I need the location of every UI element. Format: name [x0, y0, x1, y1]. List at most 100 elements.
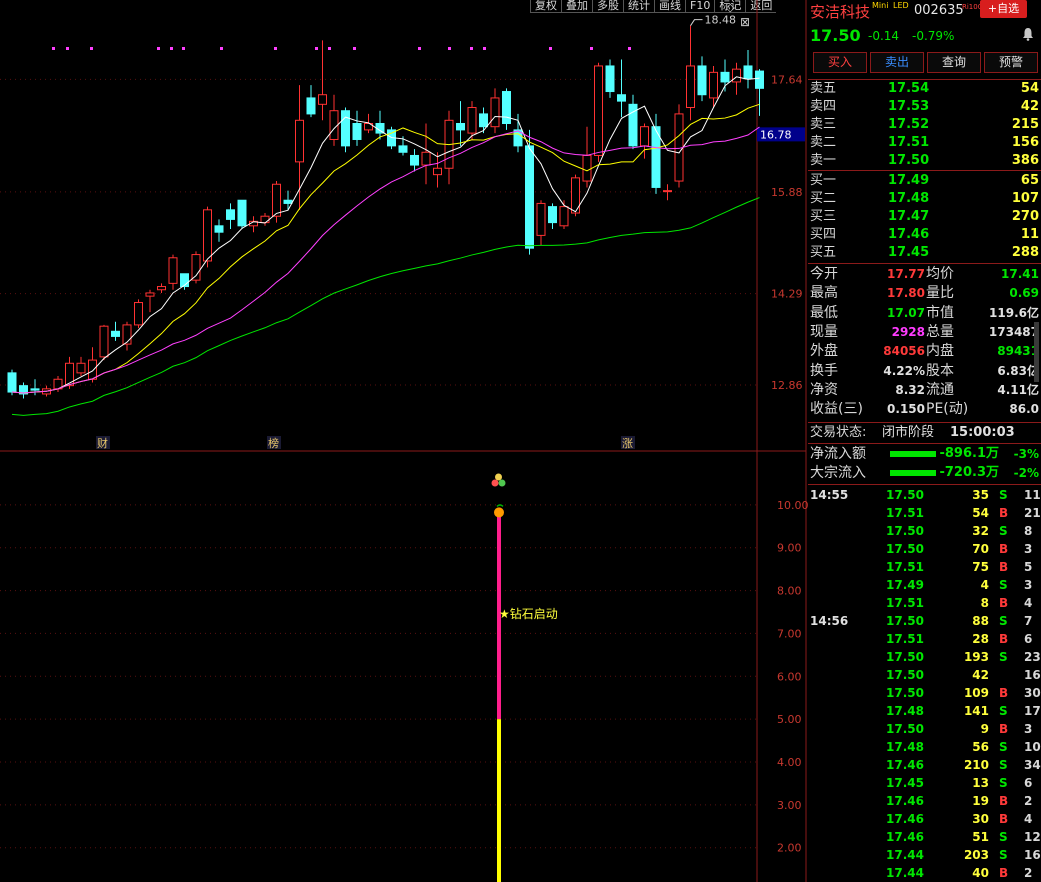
stat-label: 最低	[810, 304, 838, 321]
tick-side: B	[999, 632, 1009, 646]
high-marker-line	[690, 19, 703, 26]
kline-chart[interactable]: 17.64 15.88 14.29 12.86 16.78 ◇ ⊠18.48 财 榜 涨 10.00…	[0, 0, 808, 882]
tick-price: 17.48	[886, 740, 924, 754]
tick-count: 3	[1024, 722, 1033, 736]
tick-count: 3	[1024, 578, 1033, 592]
ask-label: 卖五	[810, 81, 837, 96]
flow-bar	[890, 451, 936, 457]
tick-row: 17.51 28 B 6	[808, 630, 1041, 648]
candle-body	[410, 154, 419, 166]
tick-price: 17.50	[886, 668, 924, 682]
ask-volume: 54	[1020, 81, 1039, 96]
tick-row: 17.46 19 B 2	[808, 792, 1041, 810]
divider	[808, 263, 1041, 264]
tick-side: S	[999, 830, 1008, 844]
tick-volume: 51	[972, 830, 989, 844]
signal-dot	[628, 47, 631, 50]
stock-name: 安洁科技	[810, 3, 871, 21]
tick-row: 17.44 203 S 16	[808, 846, 1041, 864]
event-marker[interactable]: 财	[97, 436, 108, 450]
divider	[808, 443, 1041, 444]
bid-price: 17.49	[888, 173, 930, 188]
signal-dot	[549, 47, 552, 50]
stock-header: 安洁科技 Mini LED 002635 Ri100 +自选	[808, 0, 1041, 22]
tick-volume: 56	[972, 740, 989, 754]
ask-row: 卖五 17.54 54	[808, 80, 1041, 98]
tick-count: 2	[1024, 794, 1033, 808]
stat-value: 0.150	[887, 402, 925, 417]
bid-row: 买五 17.45 288	[808, 244, 1041, 262]
close-icon[interactable]: ⊠	[740, 15, 750, 29]
tick-side: S	[999, 524, 1008, 538]
tick-count: 30	[1024, 686, 1041, 700]
buy-button[interactable]: 买入	[813, 52, 867, 73]
candle-body	[502, 91, 511, 124]
tick-volume: 203	[963, 848, 989, 862]
flow-label: 净流入额	[810, 446, 866, 462]
tick-price: 17.49	[886, 578, 924, 592]
stat-value: 17.41	[1001, 267, 1039, 281]
stat-value: 17.80	[887, 286, 925, 301]
alert-button[interactable]: 预警	[984, 52, 1038, 73]
chart-settings-icon[interactable]: ◇	[726, 1, 735, 14]
ask-row: 卖三 17.52 215	[808, 116, 1041, 134]
candle-body	[479, 113, 488, 128]
signal-dot	[170, 47, 173, 50]
price-change-pct: -0.79%	[912, 29, 955, 43]
candle-body	[203, 209, 212, 262]
stat-row: 现量 2928 总量 173487	[808, 323, 1041, 341]
signal-dot	[418, 47, 421, 50]
tick-volume: 75	[972, 560, 989, 574]
tick-price: 17.44	[886, 848, 924, 862]
candle-body	[398, 145, 408, 153]
alert-bell-icon[interactable]	[1022, 26, 1034, 41]
candle-body	[743, 65, 753, 80]
flow-row: 净流入额 -896.1万 -3%	[808, 445, 1041, 463]
tick-price: 17.50	[886, 686, 924, 700]
tick-count: 23	[1024, 650, 1041, 664]
tick-volume: 8	[980, 596, 989, 610]
stat-row: 今开 17.77 均价 17.41	[808, 265, 1041, 283]
tick-row: 17.50 32 S 8	[808, 522, 1041, 540]
stat-value: 119.6亿	[989, 305, 1039, 320]
query-button[interactable]: 查询	[927, 52, 981, 73]
stat-value: 86.0	[1009, 402, 1039, 417]
signal-annotation: ★钻石启动	[499, 606, 558, 621]
tick-row: 17.45 13 S 6	[808, 774, 1041, 792]
stat-label: PE(动)	[926, 401, 969, 418]
tick-side: B	[999, 866, 1009, 880]
panel-scrollbar[interactable]	[1034, 322, 1039, 382]
high-marker-label: 18.48	[705, 14, 737, 27]
ask-label: 卖一	[810, 153, 837, 168]
sell-button[interactable]: 卖出	[870, 52, 924, 73]
add-favorite-button[interactable]: +自选	[980, 0, 1027, 18]
trade-status-time: 15:00:03	[950, 425, 1015, 440]
tick-side: B	[999, 794, 1009, 808]
cluster-icon	[491, 479, 499, 487]
candle-body	[559, 206, 569, 227]
flow-label: 大宗流入	[810, 465, 866, 481]
tick-count: 7	[1024, 614, 1033, 628]
tick-side: B	[999, 542, 1009, 556]
bid-price: 17.47	[888, 209, 930, 224]
tick-volume: 9	[980, 722, 989, 736]
tick-count: 11	[1024, 488, 1041, 502]
divider	[808, 484, 1041, 485]
ask-price: 17.52	[888, 117, 930, 132]
candle-body	[433, 167, 442, 176]
tick-price: 17.46	[886, 812, 924, 826]
event-marker[interactable]: 涨	[622, 437, 633, 450]
tick-price: 17.50	[886, 650, 924, 664]
tick-price: 17.44	[886, 866, 924, 880]
candle-body	[456, 123, 465, 131]
tick-price: 17.50	[886, 722, 924, 736]
candle-body	[421, 151, 431, 166]
price-axis-label: 17.64	[771, 73, 803, 86]
tick-count: 10	[1024, 740, 1041, 754]
bid-label: 买四	[810, 227, 837, 242]
tick-row: 17.51 75 B 5	[808, 558, 1041, 576]
event-marker[interactable]: 榜	[268, 436, 279, 450]
peach-icon	[494, 507, 504, 518]
candle-body	[341, 110, 350, 147]
candle-body	[7, 372, 17, 393]
